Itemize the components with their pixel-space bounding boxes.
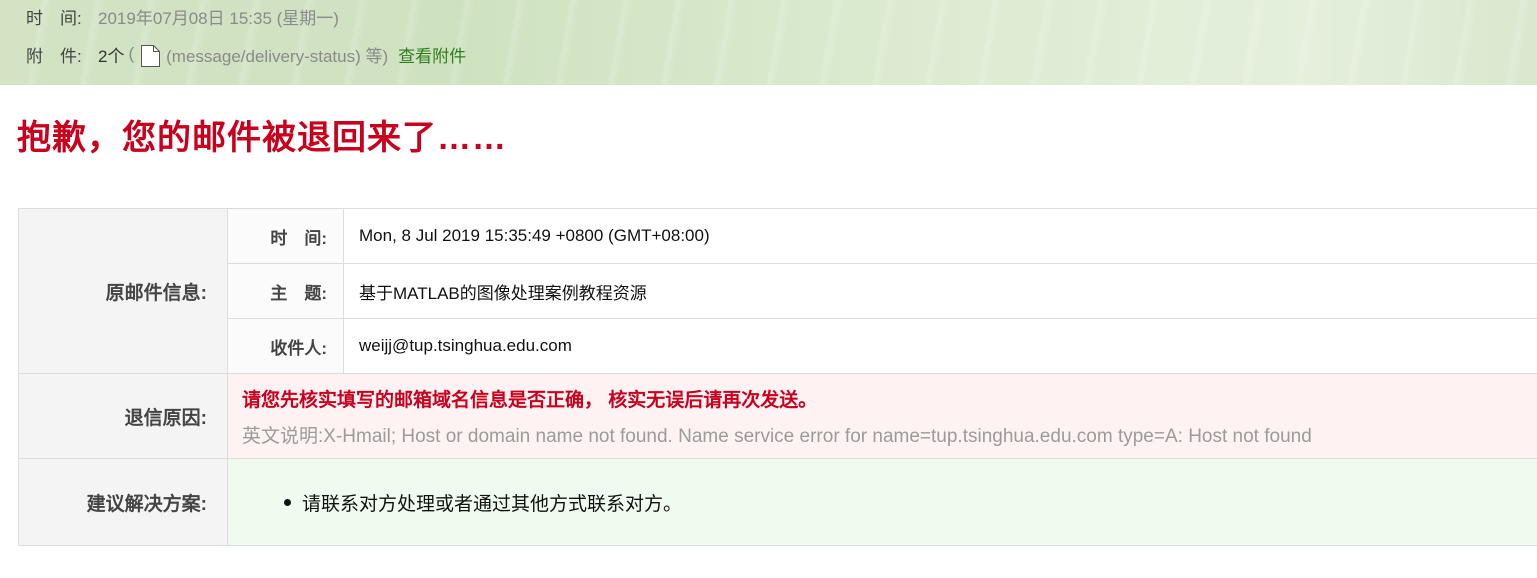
bounce-reason-label: 退信原因:: [18, 373, 228, 459]
original-time-row: 原邮件信息: 时 间: Mon, 8 Jul 2019 15:35:49 +08…: [18, 208, 1537, 374]
bounce-reason-cell: 请您先核实填写的邮箱域名信息是否正确， 核实无误后请再次发送。 英文说明:X-H…: [227, 373, 1537, 459]
original-recipient-label: 收件人:: [227, 318, 344, 374]
original-time-value: Mon, 8 Jul 2019 15:35:49 +0800 (GMT+08:0…: [343, 208, 1537, 264]
mail-time-row: 时 间: 2019年07月08日 15:35 (星期一): [26, 4, 339, 28]
suggestion-list-item: 请联系对方处理或者通过其他方式联系对方。: [284, 489, 1537, 516]
bullet-icon: [284, 498, 291, 506]
bounce-reason-row: 退信原因: 请您先核实填写的邮箱域名信息是否正确， 核实无误后请再次发送。 英文…: [18, 373, 1537, 459]
original-recipient-row: 收件人: weijj@tup.tsinghua.edu.com: [19, 318, 1537, 374]
suggestion-label: 建议解决方案:: [18, 458, 228, 546]
suggestion-cell: 请联系对方处理或者通过其他方式联系对方。: [227, 458, 1537, 546]
time-value: 2019年07月08日 15:35 (星期一): [98, 8, 339, 28]
original-mail-label: 原邮件信息:: [18, 208, 228, 374]
bounce-title: 抱歉，您的邮件被退回来了……: [17, 119, 507, 157]
document-icon[interactable]: [140, 44, 161, 68]
time-label: 时 间:: [26, 8, 82, 28]
attachment-open-paren: (: [128, 44, 135, 63]
original-subject-value: 基于MATLAB的图像处理案例教程资源: [343, 263, 1537, 319]
original-subject-row: 主 题: 基于MATLAB的图像处理案例教程资源: [19, 263, 1537, 319]
original-subject-label: 主 题:: [227, 263, 344, 319]
bounce-reason-main: 请您先核实填写的邮箱域名信息是否正确， 核实无误后请再次发送。: [242, 389, 818, 411]
view-attachments-link[interactable]: 查看附件: [398, 42, 466, 67]
attachment-type: (message/delivery-status) 等): [166, 46, 389, 66]
suggestion-text: 请联系对方处理或者通过其他方式联系对方。: [302, 493, 683, 515]
bounce-info-table: 原邮件信息: 时 间: Mon, 8 Jul 2019 15:35:49 +08…: [18, 208, 1537, 546]
original-recipient-value: weijj@tup.tsinghua.edu.com: [343, 318, 1537, 374]
suggestion-row: 建议解决方案: 请联系对方处理或者通过其他方式联系对方。: [18, 458, 1537, 546]
bounce-reason-english: 英文说明:X-Hmail; Host or domain name not fo…: [242, 425, 1312, 447]
original-time-label: 时 间:: [227, 208, 344, 264]
attachment-label: 附 件:: [26, 46, 82, 66]
attachment-count: 2个: [98, 46, 125, 66]
mail-attachment-row: 附 件: 2个 ( (message/delivery-status) 等) 查…: [26, 41, 466, 67]
